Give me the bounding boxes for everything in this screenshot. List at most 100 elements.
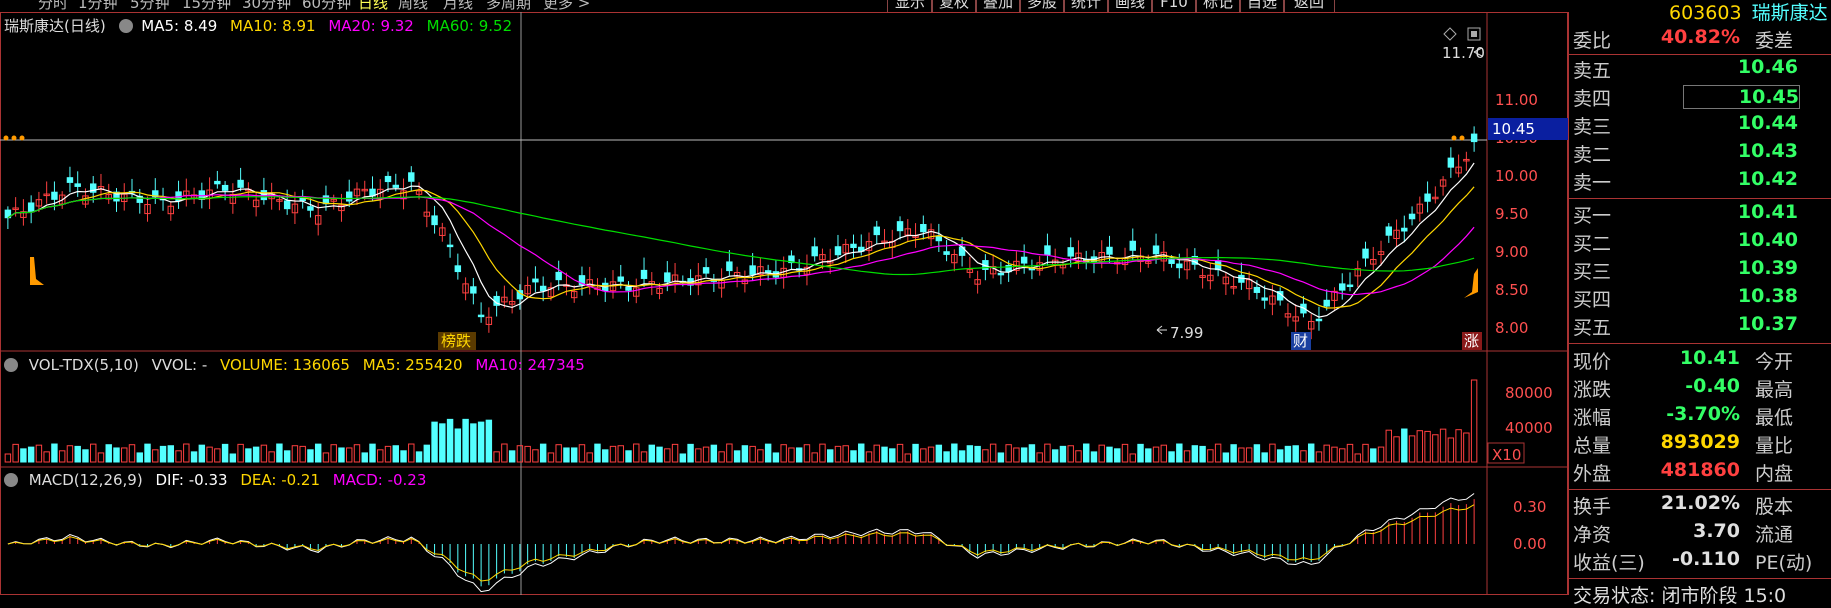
stat-label: 涨跌 — [1573, 379, 1612, 401]
volume-bar — [214, 448, 221, 463]
ask-price: 10.43 — [1737, 140, 1798, 162]
candle-body — [446, 244, 454, 248]
stat-row: 换手 21.02% 股本 — [1573, 492, 1828, 520]
ask-label: 卖三 — [1573, 116, 1612, 138]
volume-settings-icon[interactable] — [4, 358, 18, 372]
volume-bar — [229, 453, 237, 463]
period-more[interactable]: 更多 > — [543, 0, 590, 12]
multi-stock-button[interactable]: 多股 — [1019, 0, 1065, 12]
bid-price: 10.39 — [1737, 257, 1798, 279]
volume-bar — [415, 451, 423, 463]
signal-dot-icon — [1459, 135, 1465, 141]
macd-settings-icon[interactable] — [4, 473, 18, 487]
back-button[interactable]: 返回 — [1283, 0, 1335, 12]
ask-row[interactable]: 卖二 10.43 — [1573, 140, 1828, 168]
volume-bar — [850, 450, 857, 463]
ask-row[interactable]: 卖四 10.45 — [1573, 84, 1828, 112]
volume-bar — [144, 443, 151, 463]
stat-right-label: 流通 — [1755, 524, 1794, 546]
ask-label: 卖四 — [1573, 88, 1612, 110]
bid-row[interactable]: 买三 10.39 — [1573, 257, 1828, 285]
dif-legend: DIF: -0.33 — [155, 471, 228, 489]
volume-bar — [671, 443, 679, 463]
volume-bar — [314, 443, 322, 463]
volume-bar — [865, 451, 873, 463]
volume-bar — [167, 445, 175, 463]
period-weekly[interactable]: 周线 — [398, 0, 428, 12]
volume-bar — [625, 450, 632, 463]
volume-ma5-legend: MA5: 255420 — [362, 356, 463, 374]
stat-right-label: 今开 — [1755, 351, 1794, 373]
volume-bar — [1354, 453, 1361, 463]
volume-bar — [1183, 450, 1191, 463]
signal-dot-icon — [1451, 135, 1457, 141]
settings-icon[interactable] — [118, 19, 133, 33]
volume-bar — [1245, 447, 1253, 463]
bid-row[interactable]: 买四 10.38 — [1573, 285, 1828, 313]
high-price-label: 11.70 — [1442, 44, 1485, 62]
watchlist-button[interactable]: 自选 — [1239, 0, 1285, 12]
period-5min[interactable]: 5分钟 — [130, 0, 170, 12]
volume-bar — [1393, 436, 1400, 463]
volume-bar — [1129, 453, 1136, 463]
period-fenshi[interactable]: 分时 — [38, 0, 68, 12]
volume-bar — [803, 444, 811, 463]
ask-row[interactable]: 卖三 10.44 — [1573, 112, 1828, 140]
volume-bar — [524, 445, 531, 463]
dea-line — [7, 504, 1475, 582]
current-price-tag: 10.45 — [1492, 120, 1535, 138]
bid-row[interactable]: 买二 10.40 — [1573, 229, 1828, 257]
period-monthly[interactable]: 月线 — [443, 0, 473, 12]
volume-bar — [439, 423, 446, 463]
volume-bar — [1276, 449, 1284, 463]
overlay-button[interactable]: 叠加 — [975, 0, 1021, 12]
candle-body — [896, 221, 904, 232]
volume-bar — [1214, 443, 1222, 463]
macd-legend: MACD(12,26,9) DIF: -0.33 DEA: -0.21 MACD… — [4, 471, 426, 489]
volume-bar — [43, 451, 50, 463]
period-1min[interactable]: 1分钟 — [78, 0, 118, 12]
volume-bar — [764, 443, 772, 463]
bid-row[interactable]: 买一 10.41 — [1573, 201, 1828, 229]
volume-bar — [858, 443, 865, 463]
f10-button[interactable]: F10 — [1151, 0, 1197, 12]
ask-row[interactable]: 卖五 10.46 — [1573, 56, 1828, 84]
volume-bar — [1401, 428, 1408, 463]
volume-bar — [1075, 450, 1082, 463]
volume-bar — [679, 453, 687, 463]
period-daily[interactable]: 日线 — [358, 0, 388, 12]
event-tag-rise: 涨 — [1464, 332, 1479, 350]
candle-body — [221, 184, 229, 191]
volume-bar — [594, 443, 601, 463]
candle-body — [664, 272, 671, 283]
candle-body — [1339, 283, 1346, 291]
kline-chart[interactable]: 11.00 10.50 10.00 9.50 9.00 8.50 8.00 10… — [0, 12, 1568, 595]
period-60min[interactable]: 60分钟 — [302, 0, 351, 12]
stat-right-label: 股本 — [1755, 496, 1794, 518]
diamond-icon[interactable] — [1443, 27, 1457, 41]
candle-body — [555, 271, 562, 281]
ask-row[interactable]: 卖一 10.42 — [1573, 168, 1828, 196]
volume-bar — [152, 449, 159, 463]
candle-body — [384, 175, 392, 183]
volume-bar — [609, 445, 617, 463]
period-15min[interactable]: 15分钟 — [182, 0, 231, 12]
volume-bar — [640, 451, 648, 463]
volume-bar — [1385, 429, 1392, 463]
show-button[interactable]: 显示 — [887, 0, 933, 12]
volume-bar — [1059, 445, 1067, 463]
macd-tick: 0.30 — [1513, 498, 1546, 516]
volume-bar — [648, 444, 655, 463]
stats-button[interactable]: 统计 — [1063, 0, 1109, 12]
volume-bar — [175, 450, 182, 463]
adjust-button[interactable]: 复权 — [931, 0, 977, 12]
period-multi[interactable]: 多周期 — [486, 0, 531, 12]
ask-label: 卖一 — [1573, 172, 1612, 194]
bid-row[interactable]: 买五 10.37 — [1573, 313, 1828, 341]
draw-button[interactable]: 画线 — [1107, 0, 1153, 12]
volume-bar — [1207, 449, 1214, 463]
candle-body — [834, 246, 842, 256]
mark-button[interactable]: 标记 — [1195, 0, 1241, 12]
period-30min[interactable]: 30分钟 — [242, 0, 291, 12]
volume-bar — [1307, 443, 1315, 463]
